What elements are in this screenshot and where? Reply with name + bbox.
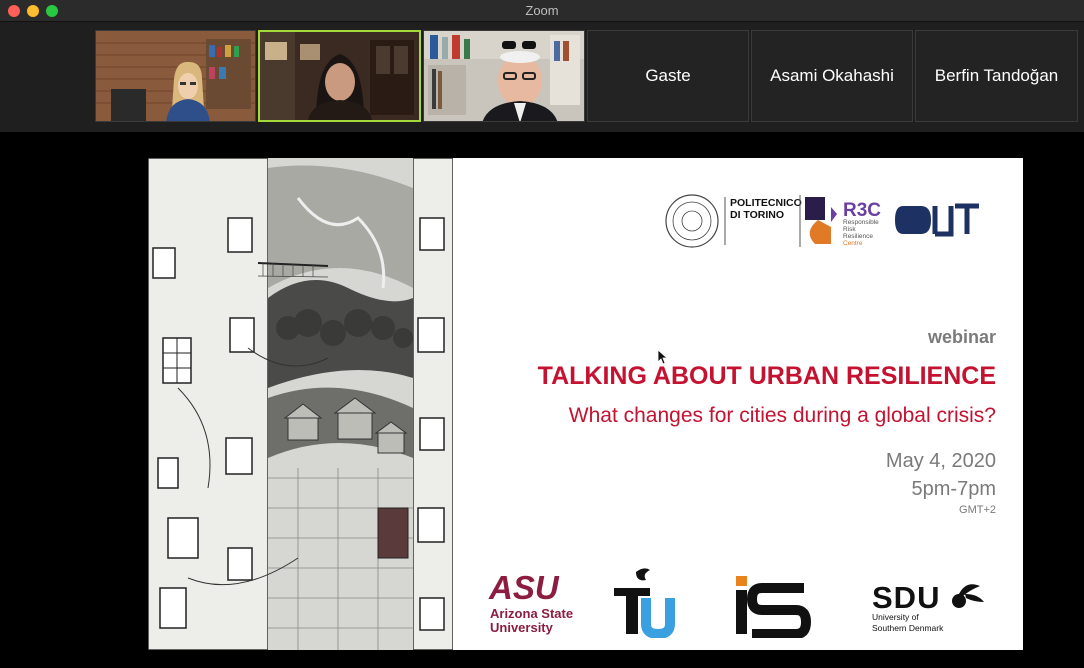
participant-name: Asami Okahashi: [770, 66, 894, 85]
svg-text:ASU: ASU: [488, 569, 560, 606]
third-partner-logo-icon: [895, 206, 931, 234]
sdu-logo-icon: SDU University of Southern Denmark: [872, 580, 984, 633]
event-date: May 4, 2020: [885, 450, 996, 472]
svg-text:Southern Denmark: Southern Denmark: [872, 623, 944, 633]
partner-logos-top: POLITECNICO DI TORINO R3C Responsible Ri…: [665, 194, 979, 248]
asu-logo-icon: ASU Arizona State University: [488, 569, 573, 635]
svg-text:Arizona State: Arizona State: [490, 606, 573, 621]
participant-tile-asami-okahashi[interactable]: Asami Okahashi: [751, 30, 913, 122]
mouse-pointer-icon: [657, 349, 669, 365]
svg-text:DI TORINO: DI TORINO: [730, 209, 784, 221]
slide-subtitle: What changes for cities during a global …: [568, 404, 996, 427]
event-timezone: GMT+2: [959, 504, 996, 516]
event-time: 5pm-7pm: [911, 478, 996, 500]
city-illustration: [148, 158, 453, 650]
r3c-logo-icon: [805, 197, 825, 220]
svg-text:Risk: Risk: [843, 226, 856, 233]
participant-name: Berfin Tandoğan: [934, 66, 1059, 85]
shared-slide: POLITECNICO DI TORINO R3C Responsible Ri…: [148, 158, 1023, 650]
participant-tile-berfin-tandogan[interactable]: Berfin Tandoğan: [915, 30, 1078, 122]
politecnico-seal-icon: [665, 194, 719, 248]
participant-video-tile[interactable]: [95, 30, 256, 122]
is-logo-icon: [736, 576, 812, 638]
participant-tile-gaste[interactable]: Gaste: [587, 30, 749, 122]
participant-video: [260, 32, 419, 120]
politecnico-name: POLITECNICO: [730, 197, 802, 209]
svg-text:Responsible: Responsible: [843, 219, 879, 226]
participant-video-tile-active[interactable]: [258, 30, 421, 122]
svg-text:University: University: [490, 620, 554, 635]
participant-video-tile[interactable]: [423, 30, 585, 122]
participant-name: Gaste: [645, 66, 691, 85]
slide-label: webinar: [927, 327, 996, 347]
slide-title: TALKING ABOUT URBAN RESILIENCE: [537, 362, 996, 390]
svg-text:R3C: R3C: [843, 200, 881, 221]
svg-text:Resilience: Resilience: [843, 233, 873, 240]
tu-logo-icon: [614, 568, 675, 638]
partner-logos-bottom: ASU Arizona State University SDU Univers…: [488, 568, 984, 638]
svg-text:University of: University of: [872, 612, 919, 622]
window-titlebar: Zoom: [0, 0, 1084, 22]
svg-text:Centre: Centre: [843, 240, 863, 247]
participant-video: [96, 31, 255, 121]
svg-text:SDU: SDU: [872, 580, 940, 615]
participant-video: [424, 31, 584, 121]
window-title: Zoom: [525, 3, 559, 18]
